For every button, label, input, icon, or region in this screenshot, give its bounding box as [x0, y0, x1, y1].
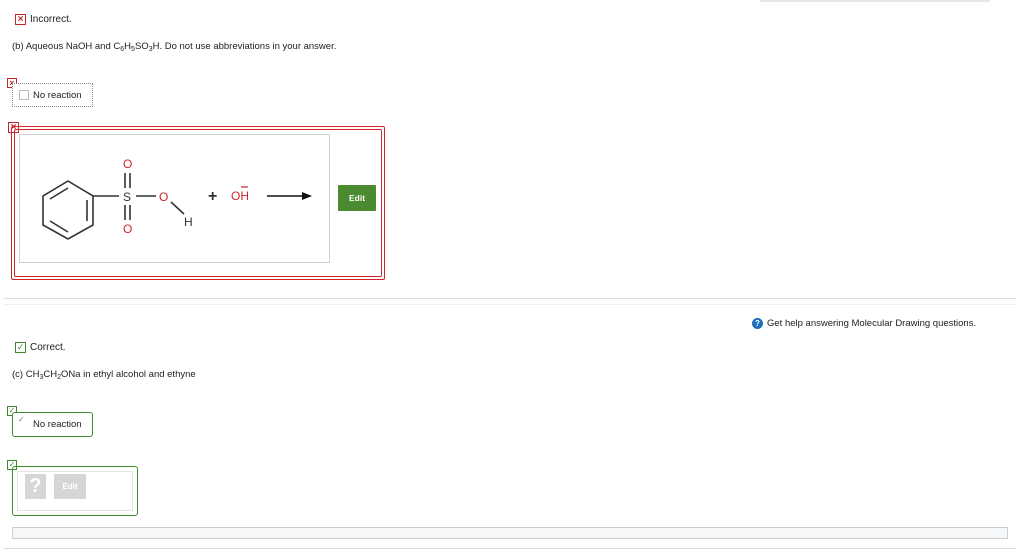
atom-o-bottom: O [123, 222, 132, 236]
bond-o-h [170, 201, 185, 215]
section-divider [4, 298, 1016, 299]
part-c-status: ✓ Correct. [15, 342, 66, 353]
part-c-question: (c) CH3CH2ONa in ethyl alcohol and ethyn… [12, 369, 196, 381]
plus-sign: + [208, 188, 217, 205]
part-b-status-text: Incorrect. [30, 14, 72, 25]
help-circle-icon: ? [752, 318, 763, 329]
atom-h: H [184, 215, 193, 229]
selected-check-icon: ✓ [18, 415, 25, 424]
reaction-arrow-icon [267, 192, 312, 200]
correct-check-icon: ✓ [15, 342, 26, 353]
help-link-text: Get help answering Molecular Drawing que… [767, 318, 977, 329]
molecule-canvas[interactable]: O S O O H + OH [19, 134, 330, 263]
atom-o-right: O [159, 190, 168, 204]
benzene-ring [42, 180, 94, 240]
help-link[interactable]: ? Get help answering Molecular Drawing q… [752, 318, 976, 329]
bottom-divider [4, 548, 1016, 549]
part-b-question: (b) Aqueous NaOH and C6H5SO3H. Do not us… [12, 41, 337, 53]
part-b-edit-button[interactable]: Edit [338, 185, 376, 211]
empty-drawing-placeholder: ? [25, 474, 46, 499]
no-reaction-option[interactable]: No reaction [12, 83, 93, 107]
bottom-answer-bar [12, 527, 1008, 539]
top-edge-strip [760, 0, 990, 2]
molecule-drawing: O S O O H + OH [42, 157, 312, 240]
bond-s-o-bottom [124, 205, 131, 220]
atom-s: S [123, 190, 131, 204]
incorrect-x-icon: × [15, 14, 26, 25]
no-reaction-checkbox[interactable] [19, 90, 29, 100]
part-c-edit-button[interactable]: Edit [54, 474, 86, 499]
no-reaction-label: No reaction [33, 89, 82, 101]
atom-o-top: O [123, 157, 132, 171]
part-b-status: × Incorrect. [15, 14, 72, 25]
part-c-no-reaction-option[interactable]: ✓ No reaction [12, 412, 93, 437]
part-c-no-reaction-label: No reaction [33, 419, 82, 430]
bond-s-o-top [124, 173, 131, 188]
hydroxide-ion: OH [231, 189, 249, 203]
section-divider-2 [4, 304, 1016, 305]
part-c-status-text: Correct. [30, 342, 66, 353]
